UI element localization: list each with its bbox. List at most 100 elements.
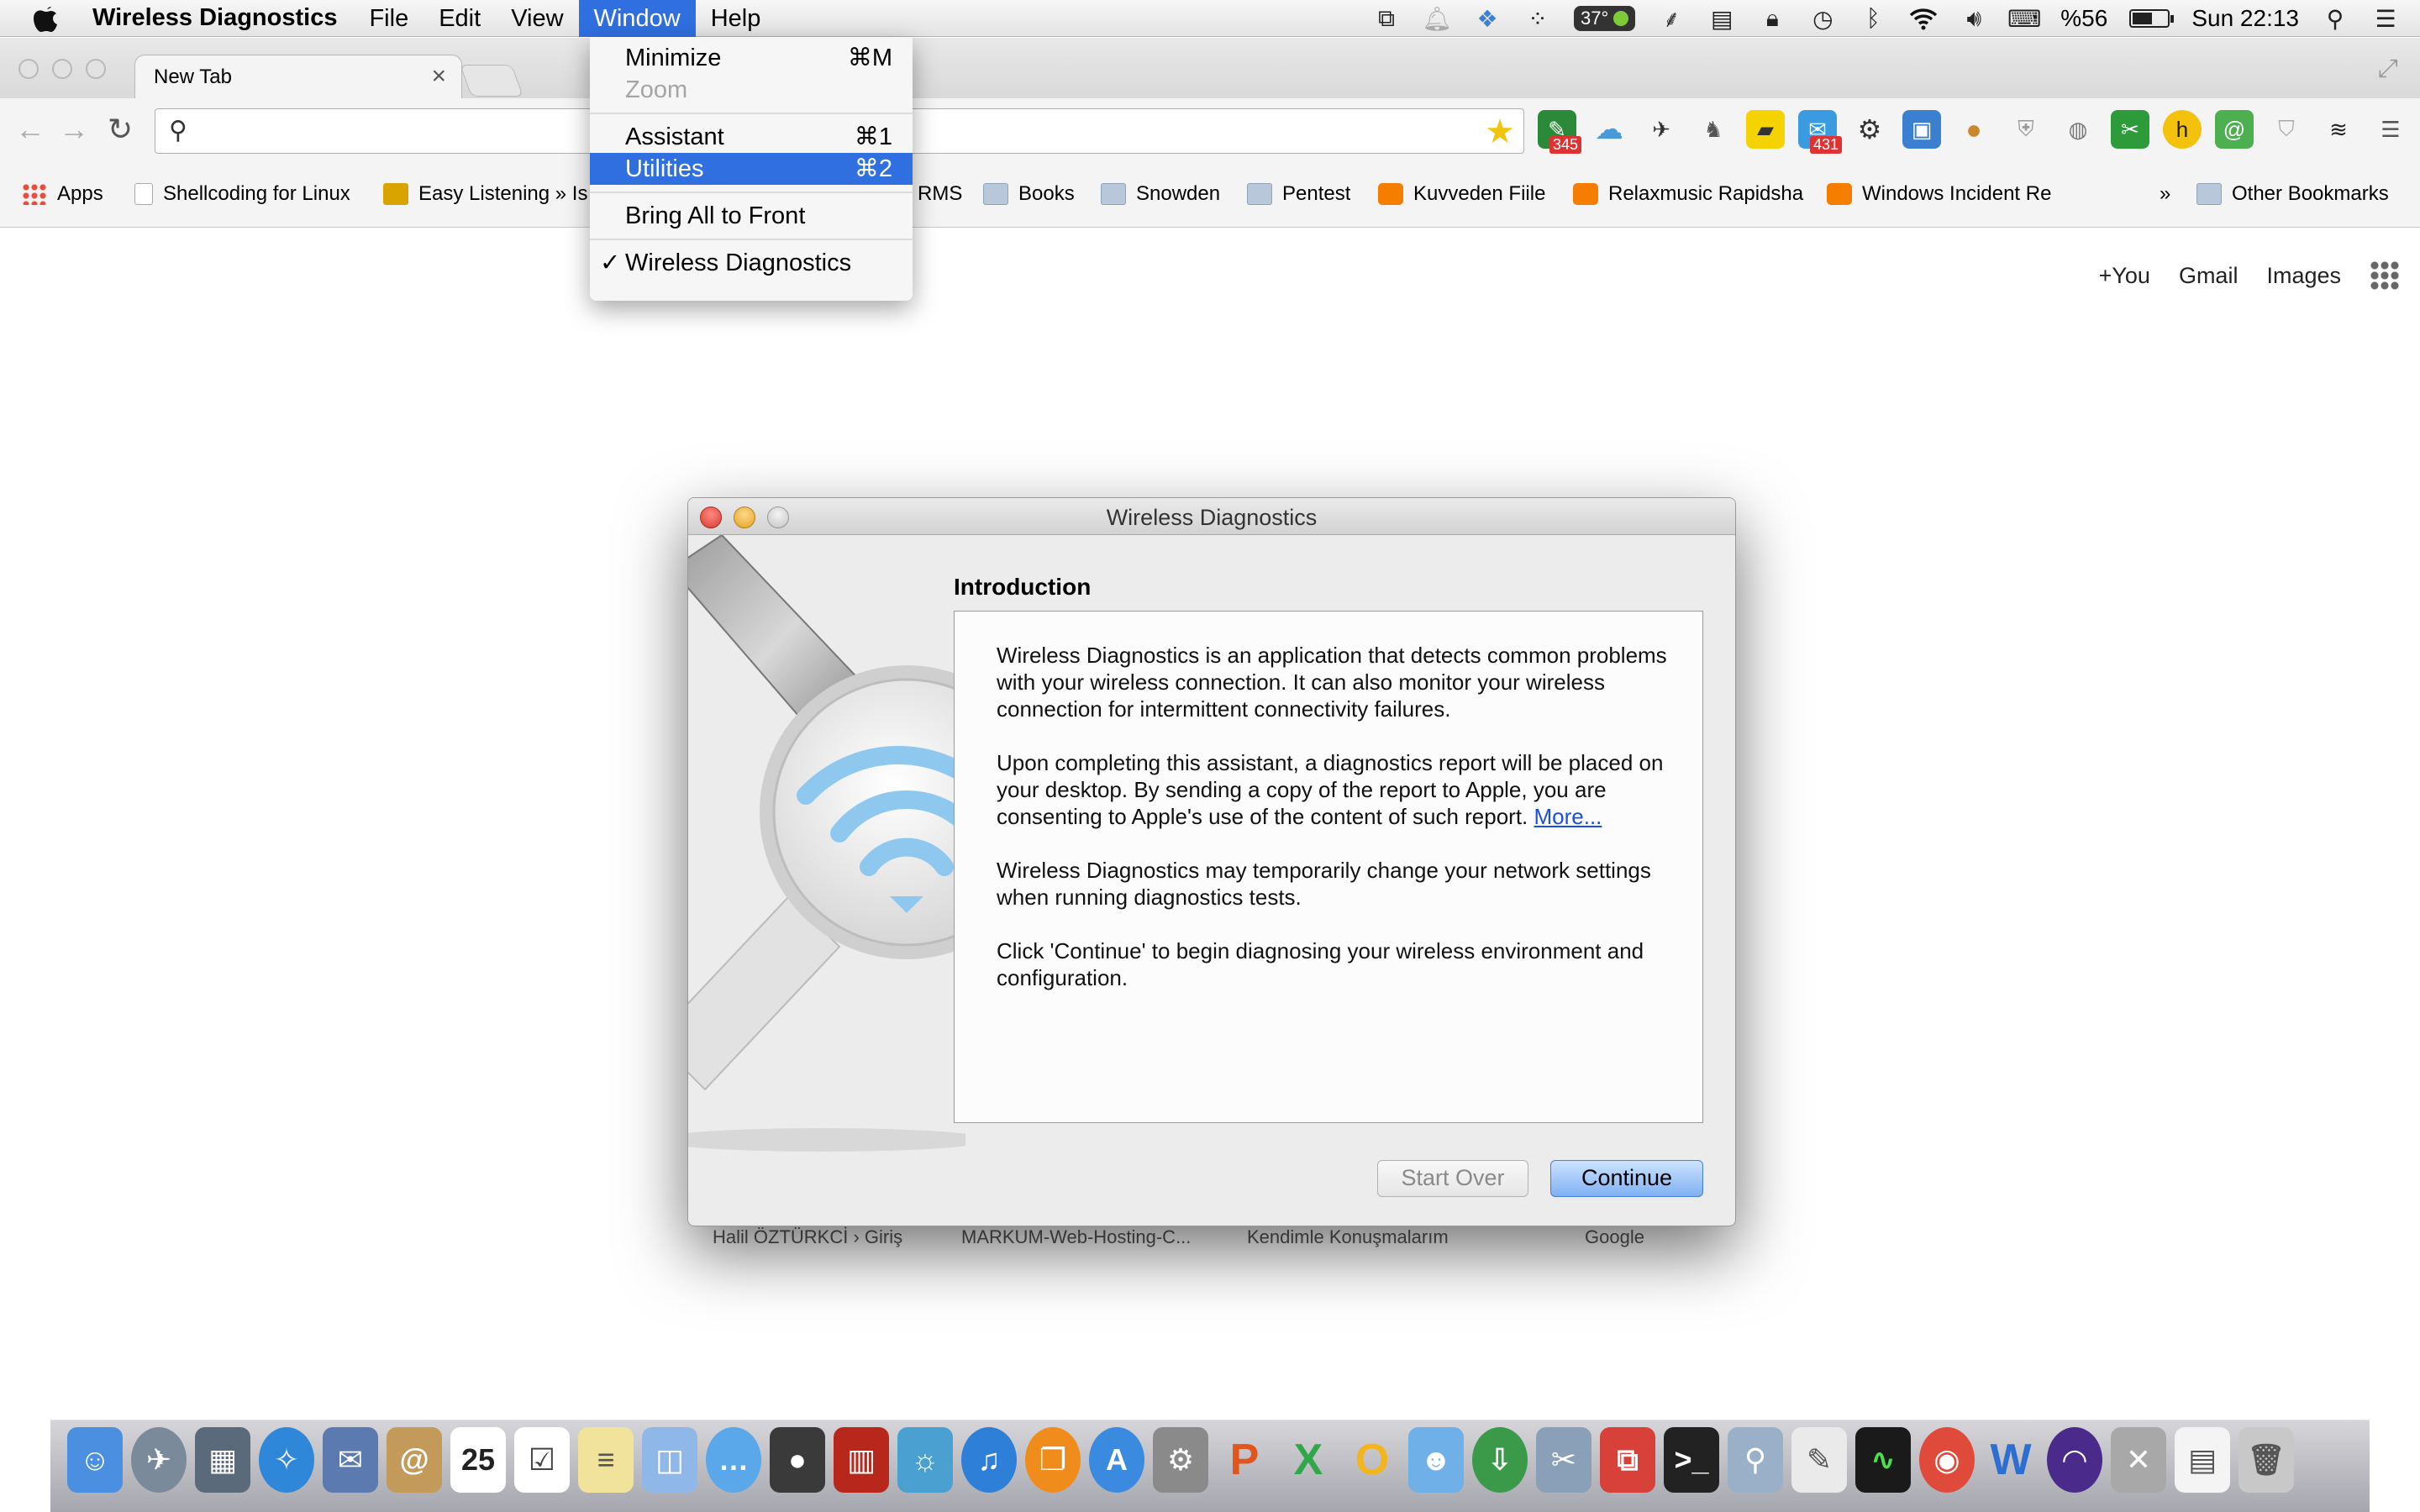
outlook-icon[interactable]: O xyxy=(1344,1427,1400,1493)
menu-view[interactable]: View xyxy=(496,0,578,37)
menu-item-bring-all-to-front[interactable]: Bring All to Front xyxy=(590,200,913,232)
bookmark-windows-incident[interactable]: Windows Incident Re xyxy=(1827,182,2059,206)
app-grid-icon[interactable]: ⁘ xyxy=(1523,4,1552,33)
menu-window[interactable]: Window xyxy=(578,0,696,37)
menu-item-utilities[interactable]: Utilities ⌘2 xyxy=(590,153,913,185)
gmail-link[interactable]: Gmail xyxy=(2179,263,2238,289)
tile-label[interactable]: Kendimle Konuşmalarım xyxy=(1247,1226,1449,1248)
lock-icon[interactable]: 🔒︎ xyxy=(1758,4,1786,33)
close-window-icon[interactable] xyxy=(18,59,39,79)
mail-checker-icon[interactable]: @ xyxy=(2215,110,2254,149)
bookmark-relaxmusic[interactable]: Relaxmusic Rapidsha xyxy=(1573,182,1807,206)
plus-you-link[interactable]: +You xyxy=(2099,263,2150,289)
fullscreen-icon[interactable]: ⤢ xyxy=(2378,55,2398,83)
terminal-icon[interactable]: >_ xyxy=(1664,1427,1719,1493)
activity-monitor-icon[interactable]: ∿ xyxy=(1855,1427,1911,1493)
reload-icon[interactable]: ↻ xyxy=(108,112,133,147)
tab-close-icon[interactable]: × xyxy=(431,62,446,91)
bookmark-star-icon[interactable]: ★ xyxy=(1485,113,1515,151)
window-switch-icon[interactable]: ⧉ xyxy=(1372,4,1401,33)
continue-button[interactable]: Continue xyxy=(1550,1160,1703,1197)
apps-grid-icon[interactable] xyxy=(2370,260,2400,291)
reminders-icon[interactable]: ☑ xyxy=(514,1427,570,1493)
ibooks-icon[interactable]: ❐ xyxy=(1025,1427,1081,1493)
keyboard-icon[interactable]: ⌨ xyxy=(2007,4,2041,33)
tile-label[interactable]: Halil ÖZTÜRKCİ › Giriş xyxy=(713,1226,902,1248)
mail-bird-icon[interactable]: ✉ xyxy=(323,1427,378,1493)
volume-icon[interactable]: 🔊︎ xyxy=(1960,4,1988,33)
safari-icon[interactable]: ✧ xyxy=(259,1427,314,1493)
evernote-icon[interactable]: ♞ xyxy=(1694,110,1733,149)
battery-icon[interactable] xyxy=(2129,9,2175,28)
temperature-icon[interactable]: 37° xyxy=(1574,6,1636,31)
photo-booth-icon[interactable]: ▥ xyxy=(834,1427,889,1493)
bookmark-overflow-chevron[interactable]: » xyxy=(2160,182,2170,206)
preview-icon[interactable]: ◫ xyxy=(642,1427,697,1493)
preview-photos-icon[interactable]: ⚲ xyxy=(1728,1427,1783,1493)
bookmark-apps[interactable]: Apps xyxy=(22,182,103,206)
itunes-icon[interactable]: ♫ xyxy=(961,1427,1017,1493)
tab-new-tab[interactable]: New Tab × xyxy=(134,55,462,100)
messages-icon[interactable]: … xyxy=(706,1427,761,1493)
messenger-icon[interactable]: ☻ xyxy=(1408,1427,1464,1493)
back-icon[interactable]: ← xyxy=(15,112,45,147)
menu-item-wireless-diagnostics[interactable]: ✓ Wireless Diagnostics xyxy=(590,247,913,279)
bookmark-other-bookmarks[interactable]: Other Bookmarks xyxy=(2196,182,2389,206)
bluetooth-icon[interactable]: ᛒ xyxy=(1859,4,1887,33)
menu-help[interactable]: Help xyxy=(696,0,776,37)
bookmark-easy-listening[interactable]: Easy Listening » Is xyxy=(383,182,590,206)
word-icon[interactable]: W xyxy=(1983,1427,2039,1493)
contacts-icon[interactable]: @ xyxy=(387,1427,442,1493)
dialog-titlebar[interactable]: Wireless Diagnostics xyxy=(688,498,1735,535)
more-link[interactable]: More... xyxy=(1534,804,1602,829)
network-icon[interactable]: ⇩ xyxy=(1472,1427,1528,1493)
menu-item-assistant[interactable]: Assistant ⌘1 xyxy=(590,121,913,153)
chrome-menu-icon[interactable]: ☰ xyxy=(2371,110,2410,149)
notification-bell-icon[interactable]: 🔔︎ xyxy=(1422,4,1452,33)
bookmark-rms[interactable]: RMS xyxy=(918,182,962,206)
finder-icon[interactable]: ☺ xyxy=(67,1427,123,1493)
microphone-icon[interactable]: ⸙ xyxy=(1657,4,1686,33)
facetime-icon[interactable]: ● xyxy=(770,1427,825,1493)
utilities-icon[interactable]: ✕ xyxy=(2111,1427,2166,1493)
tools-icon[interactable]: ✂ xyxy=(2111,110,2149,149)
excel-icon[interactable]: X xyxy=(1281,1427,1336,1493)
new-tab-button[interactable] xyxy=(460,65,523,97)
powerpoint-icon[interactable]: P xyxy=(1217,1427,1272,1493)
cloud-icon[interactable]: ☁ xyxy=(1590,110,1628,149)
app-store-icon[interactable]: A xyxy=(1089,1427,1144,1493)
screenshot-icon[interactable]: ▣ xyxy=(1902,110,1941,149)
start-over-button[interactable]: Start Over xyxy=(1377,1160,1528,1197)
menu-edit[interactable]: Edit xyxy=(424,0,496,37)
bookmark-shellcoding[interactable]: Shellcoding for Linux xyxy=(134,182,361,206)
shield-icon[interactable]: ⛨ xyxy=(2007,110,2045,149)
bookmark-books[interactable]: Books xyxy=(983,182,1075,206)
battery-app-icon[interactable]: ▤ xyxy=(1707,4,1736,33)
adblock-icon[interactable]: ⛉ xyxy=(2267,110,2306,149)
wifi-icon[interactable] xyxy=(1909,4,1938,33)
iphoto-icon[interactable]: ☼ xyxy=(897,1427,953,1493)
tile-label[interactable]: Google xyxy=(1585,1226,1644,1248)
app-name-menu[interactable]: Wireless Diagnostics xyxy=(92,4,354,32)
layers-icon[interactable]: ≋ xyxy=(2319,110,2358,149)
battery-percent[interactable]: %56 xyxy=(2060,5,2107,32)
dropbox-icon[interactable]: ❖ xyxy=(1473,4,1502,33)
text-editor-icon[interactable]: ✎ xyxy=(1791,1427,1847,1493)
zoom-window-icon[interactable] xyxy=(86,59,106,79)
archive-icon[interactable]: ✂ xyxy=(1536,1427,1591,1493)
apple-menu[interactable] xyxy=(0,3,92,34)
tile-label[interactable]: MARKUM-Web-Hosting-C... xyxy=(961,1226,1191,1248)
sticky-note-icon[interactable]: ▰ xyxy=(1746,110,1785,149)
trash-icon[interactable]: 🗑︎ xyxy=(2238,1427,2294,1493)
minimize-window-icon[interactable] xyxy=(52,59,72,79)
cookie-icon[interactable]: ● xyxy=(1954,110,1993,149)
time-machine-icon[interactable]: ◷ xyxy=(1808,4,1837,33)
chrome-icon[interactable]: ◉ xyxy=(1919,1427,1975,1493)
bookmark-kuvveden-fiile[interactable]: Kuvveden Fiile xyxy=(1378,182,1545,206)
bird-icon[interactable]: ✈ xyxy=(1642,110,1681,149)
system-preferences-icon[interactable]: ⚙ xyxy=(1153,1427,1208,1493)
bookmark-pentest[interactable]: Pentest xyxy=(1247,182,1350,206)
bookmark-snowden[interactable]: Snowden xyxy=(1101,182,1220,206)
menu-item-minimize[interactable]: Minimize ⌘M xyxy=(590,42,913,74)
notes-icon[interactable]: ≡ xyxy=(578,1427,634,1493)
